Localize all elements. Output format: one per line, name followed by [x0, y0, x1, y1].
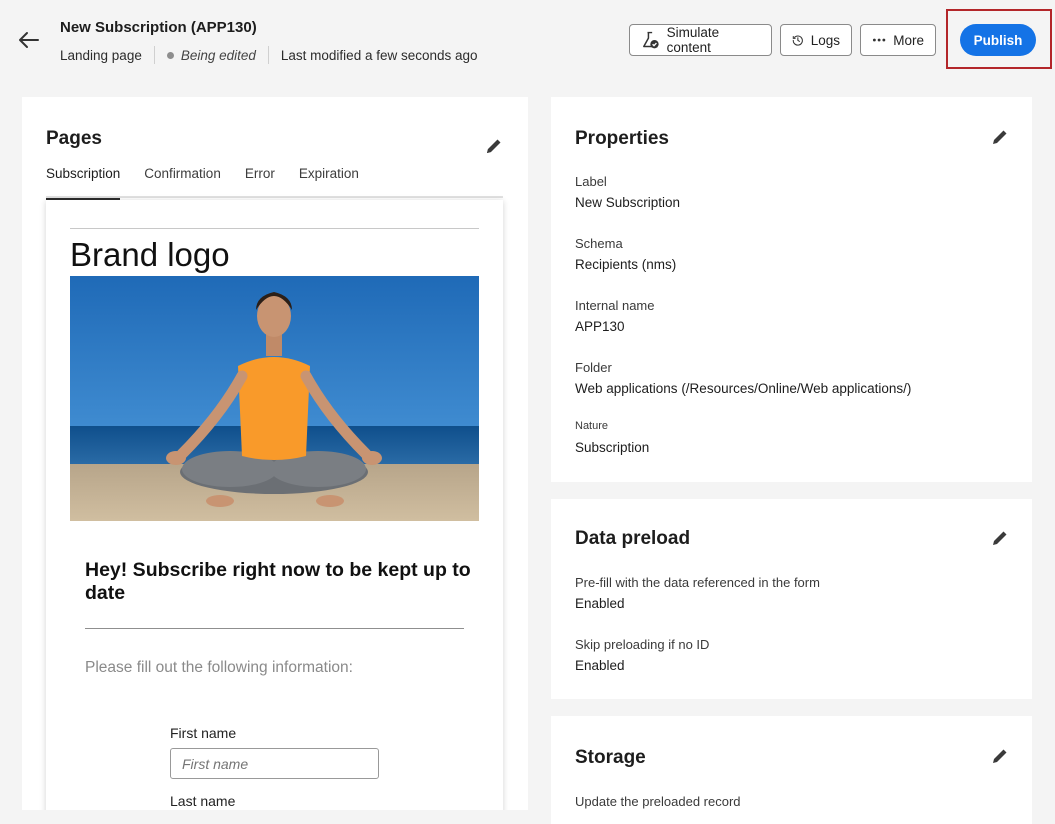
schema-field-value: Recipients (nms) — [575, 257, 677, 272]
more-label: More — [893, 32, 924, 48]
publish-button[interactable]: Publish — [960, 24, 1036, 56]
properties-panel: Properties Label New Subscription Schema… — [551, 97, 1032, 482]
pages-tabs: Subscription Confirmation Error Expirati… — [46, 163, 503, 200]
back-button[interactable] — [14, 26, 42, 54]
nature-value: Subscription — [575, 440, 650, 455]
preview-heading: Hey! Subscribe right now to be kept up t… — [85, 559, 471, 604]
label-field-value: New Subscription — [575, 195, 681, 210]
status-text: Being edited — [180, 47, 256, 63]
page-meta: Landing page Being edited Last modified … — [60, 46, 478, 64]
page-bottom — [0, 810, 551, 824]
skip-preload-label: Skip preloading if no ID — [575, 637, 710, 652]
app-header: New Subscription (APP130) Landing page B… — [0, 0, 1055, 80]
logs-label: Logs — [810, 32, 840, 48]
logs-button[interactable]: Logs — [780, 24, 852, 56]
edit-pages-icon[interactable] — [485, 137, 503, 155]
schema-field-label: Schema — [575, 236, 623, 251]
internal-name-value: APP130 — [575, 319, 625, 334]
skip-preload-value: Enabled — [575, 658, 625, 673]
properties-title: Properties — [575, 128, 669, 149]
divider — [85, 628, 464, 629]
history-icon — [792, 35, 803, 46]
flask-check-icon — [643, 31, 659, 49]
arrow-left-icon — [19, 32, 39, 48]
simulate-content-button[interactable]: Simulate content — [629, 24, 772, 56]
divider — [70, 228, 479, 229]
edit-properties-icon[interactable] — [991, 128, 1009, 146]
tab-error[interactable]: Error — [245, 163, 275, 198]
simulate-label: Simulate content — [666, 25, 720, 55]
divider — [153, 46, 155, 64]
prefill-label: Pre-fill with the data referenced in the… — [575, 575, 820, 590]
more-icon — [872, 38, 886, 42]
pages-title: Pages — [46, 128, 102, 149]
pages-panel: Pages Subscription Confirmation Error Ex… — [22, 97, 528, 810]
folder-label: Folder — [575, 360, 612, 375]
more-button[interactable]: More — [860, 24, 936, 56]
tab-subscription[interactable]: Subscription — [46, 163, 121, 200]
tab-confirmation[interactable]: Confirmation — [144, 163, 221, 198]
status-dot-icon — [166, 51, 174, 59]
internal-name-label: Internal name — [575, 298, 655, 313]
storage-panel: Storage Update the preloaded record — [551, 716, 1032, 824]
folder-value: Web applications (/Resources/Online/Web … — [575, 381, 912, 396]
storage-title: Storage — [575, 747, 646, 768]
edit-storage-icon[interactable] — [991, 747, 1009, 765]
page-preview[interactable]: Brand logo Hey! Subscribe right now to b… — [46, 200, 503, 810]
hero-image — [70, 276, 479, 521]
update-record-label: Update the preloaded record — [575, 794, 741, 809]
page-type: Landing page — [60, 47, 142, 63]
preview-intro: Please fill out the following informatio… — [85, 659, 353, 676]
first-name-label: First name — [170, 725, 237, 741]
last-name-label: Last name — [170, 793, 236, 809]
data-preload-title: Data preload — [575, 528, 691, 549]
prefill-value: Enabled — [575, 596, 625, 611]
first-name-field[interactable] — [170, 748, 379, 779]
label-field-label: Label — [575, 174, 607, 189]
tab-expiration[interactable]: Expiration — [299, 163, 359, 198]
data-preload-panel: Data preload Pre-fill with the data refe… — [551, 499, 1032, 699]
edit-data-preload-icon[interactable] — [991, 529, 1009, 547]
last-modified: Last modified a few seconds ago — [280, 47, 478, 63]
brand-logo: Brand logo — [70, 236, 230, 273]
divider — [267, 46, 269, 64]
page-title: New Subscription (APP130) — [60, 19, 257, 36]
nature-label: Nature — [575, 420, 609, 432]
